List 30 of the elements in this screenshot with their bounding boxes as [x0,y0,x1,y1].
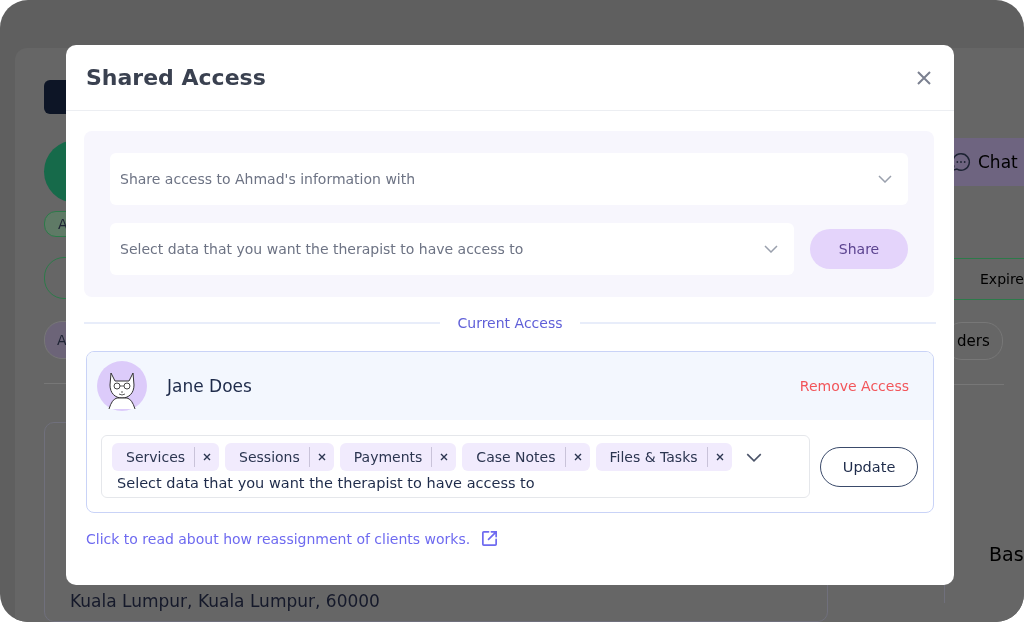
section-label: Current Access [457,315,563,331]
remove-tag-icon[interactable] [440,453,449,461]
chevron-down-icon [878,175,892,183]
user-name: Jane Does [167,376,253,396]
chevron-down-icon[interactable] [745,452,762,462]
share-button[interactable]: Share [810,229,908,269]
remove-tag-icon[interactable] [317,453,326,461]
chevron-down-icon [764,245,778,253]
data-select-dropdown[interactable]: Select data that you want the therapist to have access to [110,223,794,275]
update-button[interactable]: Update [820,446,918,487]
data-multiselect[interactable]: Services Sessions Payments Case Notes Files & Tasks Select data that you want the therapist to have access to [101,435,811,498]
tag-label: Sessions [239,449,300,465]
tag-label: Case Notes [476,449,556,465]
remove-tag-icon[interactable] [715,453,724,461]
remove-access-link[interactable]: Remove Access [799,378,909,394]
tag-label: Files & Tasks [609,449,698,465]
external-link-icon[interactable] [480,529,500,548]
tag-label: Payments [353,449,423,465]
tab[interactable]: Expire [980,271,1024,287]
help-link[interactable]: Click to read about how reassignment of clients works. [86,530,471,547]
remove-tag-icon[interactable] [573,453,582,461]
section-heading: Bas [989,543,1024,565]
address-text: Kuala Lumpur, Kuala Lumpur, 60000 [70,591,380,612]
dialog-title: Shared Access [86,65,266,90]
cat-avatar-drawing [97,361,147,411]
close-icon[interactable] [916,69,932,86]
select-placeholder: Select data that you want the therapist to have access to [116,475,536,491]
share-with-dropdown[interactable]: Share access to Ahmad's information with [110,153,908,205]
tag-label: Services [126,449,186,465]
remove-tag-icon[interactable] [203,453,212,461]
